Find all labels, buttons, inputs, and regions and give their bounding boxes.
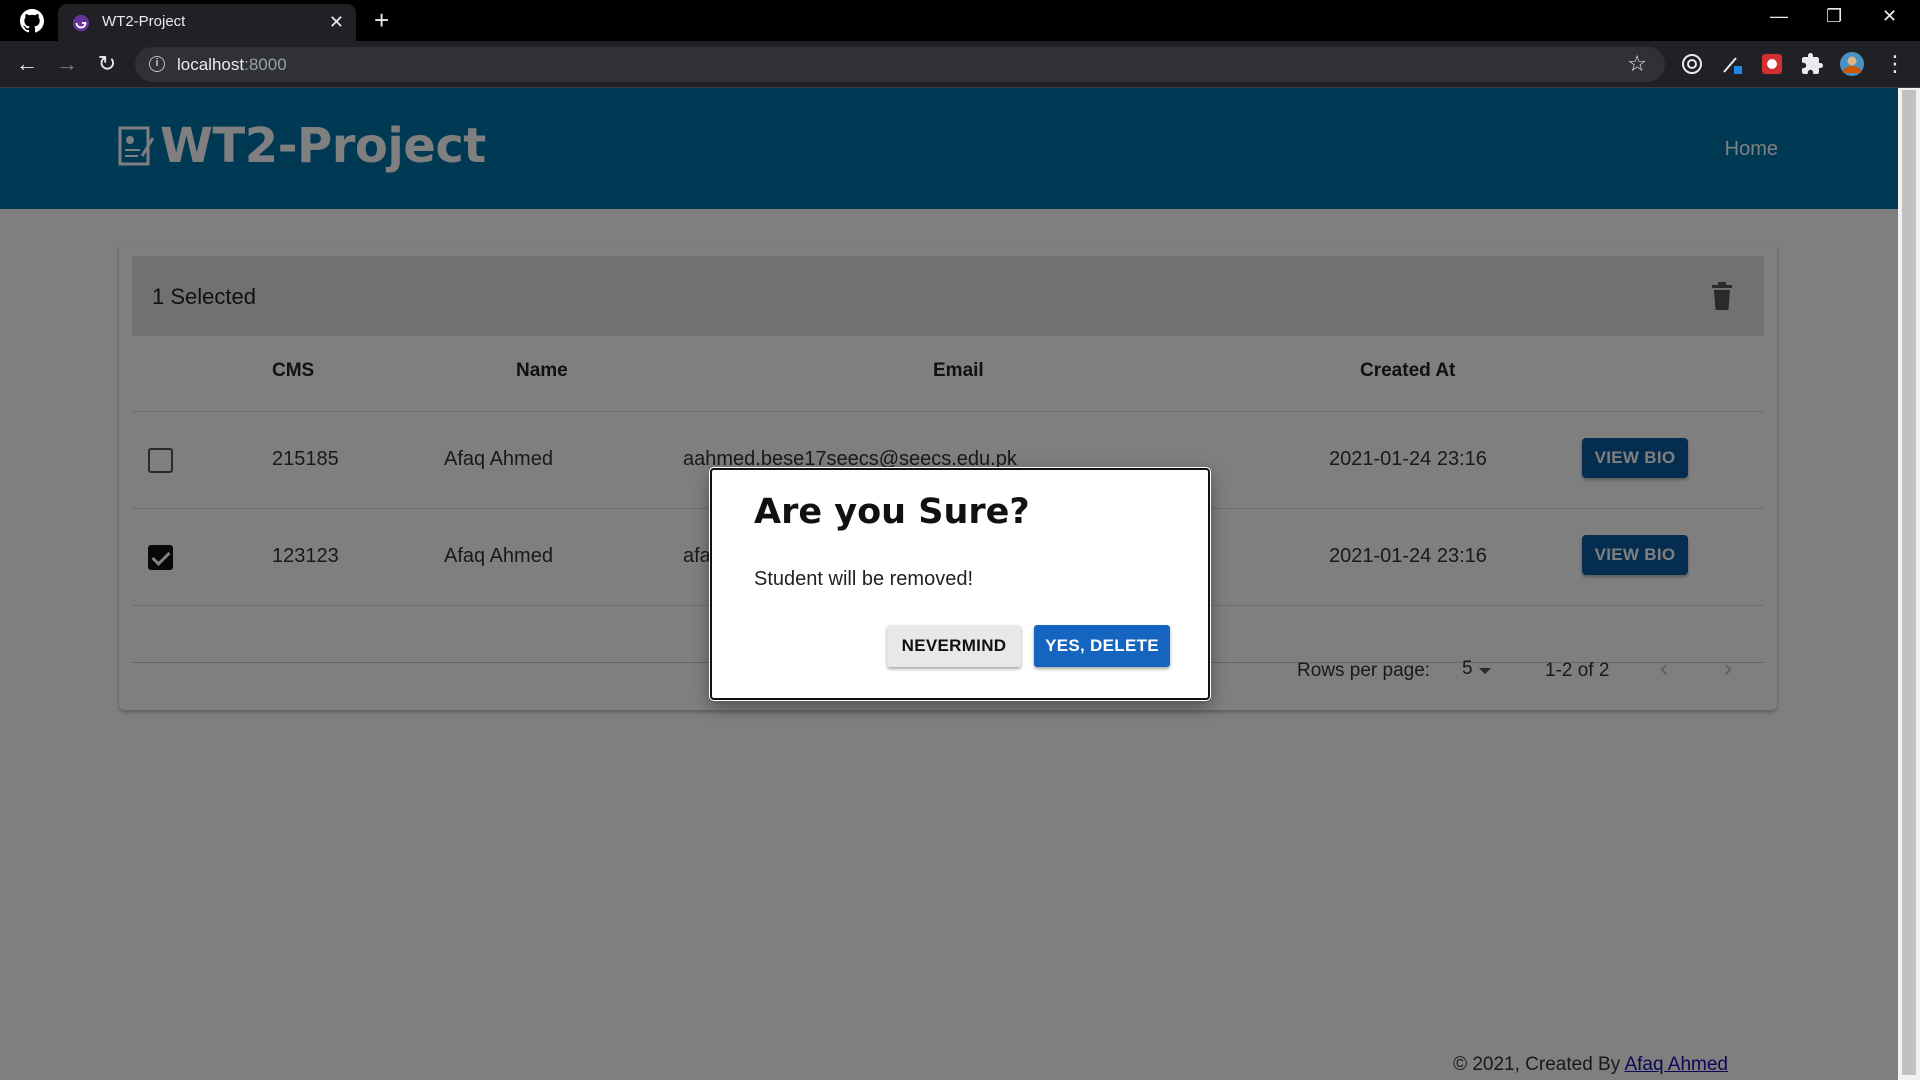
url-port: :8000 [244,55,287,74]
url-text: localhost:8000 [177,55,287,75]
target-extension-icon[interactable] [1680,52,1704,76]
reload-icon[interactable]: ↻ [92,49,122,79]
browser-tab[interactable]: WT2-Project ✕ [58,4,356,41]
minimize-icon[interactable]: — [1770,6,1788,27]
red-extension-icon[interactable] [1760,52,1784,76]
tab-title: WT2-Project [102,13,186,30]
browser-titlebar: WT2-Project ✕ + — ❐ ✕ [0,0,1920,41]
site-info-icon[interactable]: i [149,56,165,72]
browser-toolbar: ← → ↻ i localhost:8000 ☆ ⋮ [0,41,1920,88]
github-icon[interactable] [20,9,44,33]
yes-delete-button[interactable]: YES, DELETE [1034,625,1170,667]
restore-icon[interactable]: ❐ [1826,6,1842,27]
dialog-title: Are you Sure? [754,492,1030,532]
browser-menu-icon[interactable]: ⋮ [1880,49,1910,79]
new-tab-button[interactable]: + [374,6,389,34]
bookmark-star-icon[interactable]: ☆ [1627,51,1647,77]
puzzle-extensions-icon[interactable] [1800,52,1824,76]
window-close-icon[interactable]: ✕ [1882,6,1897,27]
nevermind-button[interactable]: NEVERMIND [887,625,1021,667]
dialog-message: Student will be removed! [754,568,974,590]
profile-avatar-icon[interactable] [1840,52,1864,76]
address-bar[interactable]: i localhost:8000 ☆ [135,47,1665,82]
gatsby-favicon-icon [72,14,90,32]
pen-extension-icon[interactable] [1720,52,1744,76]
forward-arrow-icon[interactable]: → [52,49,82,79]
back-arrow-icon[interactable]: ← [12,49,42,79]
tab-close-icon[interactable]: ✕ [329,13,344,31]
confirm-dialog: Are you Sure? Student will be removed! N… [710,468,1210,700]
scrollbar[interactable] [1898,88,1920,1080]
scrollbar-thumb[interactable] [1902,90,1916,1075]
url-host: localhost [177,55,245,74]
